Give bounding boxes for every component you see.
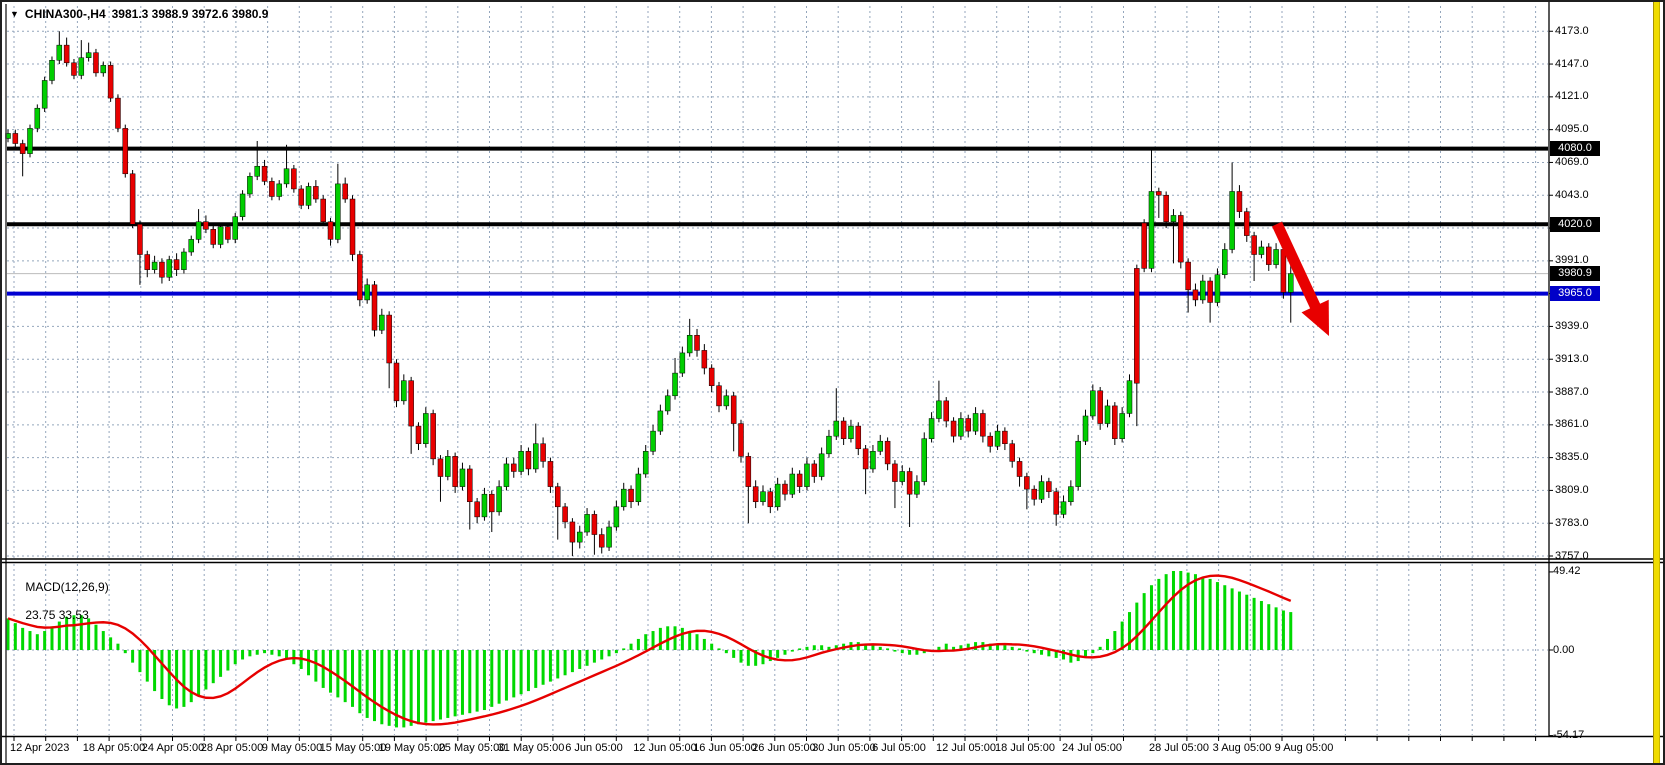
price-axis-label: 3913.0 — [1555, 353, 1589, 366]
price-axis-label: 4173.0 — [1555, 25, 1589, 38]
time-axis-label: 9 May 05:00 — [262, 742, 323, 754]
time-axis-label: 6 Jul 05:00 — [872, 742, 926, 754]
time-axis-label: 18 Jul 05:00 — [995, 742, 1055, 754]
time-axis-label: 30 Jun 05:00 — [812, 742, 876, 754]
macd-values: 23.75 33.53 — [25, 608, 88, 622]
chart-title: ▼ CHINA300-,H4 3981.3 3988.9 3972.6 3980… — [10, 7, 268, 21]
chart-canvas[interactable] — [2, 2, 1665, 765]
price-axis-label: 3809.0 — [1555, 484, 1589, 497]
time-axis-label: 18 Apr 05:00 — [83, 742, 145, 754]
macd-axis-label: 49.42 — [1553, 565, 1581, 578]
price-level-badge: 3980.9 — [1550, 266, 1600, 281]
time-axis-label: 24 Jul 05:00 — [1062, 742, 1122, 754]
price-axis-label: 3757.0 — [1555, 550, 1589, 563]
time-axis-label: 26 Jun 05:00 — [752, 742, 816, 754]
price-axis-label: 3861.0 — [1555, 418, 1589, 431]
time-axis-label: 12 Apr 2023 — [10, 742, 69, 754]
time-axis-label: 25 May 05:00 — [439, 742, 506, 754]
price-axis-label: 4069.0 — [1555, 156, 1589, 169]
time-axis-label: 15 May 05:00 — [320, 742, 387, 754]
price-axis-label: 3835.0 — [1555, 451, 1589, 464]
price-axis-label: 3887.0 — [1555, 386, 1589, 399]
quote-ohlc-label: 3981.3 3988.9 3972.6 3980.9 — [112, 7, 269, 21]
price-axis-label: 3783.0 — [1555, 517, 1589, 530]
time-axis-label: 6 Jun 05:00 — [565, 742, 623, 754]
price-axis-label: 4121.0 — [1555, 90, 1589, 103]
time-axis-label: 12 Jun 05:00 — [633, 742, 697, 754]
macd-indicator-label: MACD(12,26,9) 23.75 33.53 — [12, 566, 109, 636]
macd-name: MACD(12,26,9) — [25, 580, 108, 594]
macd-axis-label: -54.17 — [1553, 729, 1584, 742]
time-axis-label: 24 Apr 05:00 — [142, 742, 204, 754]
time-axis-label: 31 May 05:00 — [498, 742, 565, 754]
time-axis-label: 12 Jul 05:00 — [936, 742, 996, 754]
symbol-period-label: CHINA300-,H4 — [25, 7, 106, 21]
price-level-badge: 4080.0 — [1550, 141, 1600, 156]
time-axis-label: 28 Jul 05:00 — [1149, 742, 1209, 754]
time-axis-label: 28 Apr 05:00 — [201, 742, 263, 754]
chart-window: ▼ CHINA300-,H4 3981.3 3988.9 3972.6 3980… — [0, 0, 1665, 765]
price-axis-label: 3939.0 — [1555, 320, 1589, 333]
time-axis-label: 16 Jun 05:00 — [693, 742, 757, 754]
price-axis-label: 4043.0 — [1555, 189, 1589, 202]
blue-line-price-badge: 3965.0 — [1550, 286, 1600, 301]
time-axis-label: 9 Aug 05:00 — [1275, 742, 1334, 754]
symbol-dropdown-icon[interactable]: ▼ — [10, 8, 19, 20]
price-axis-label: 4095.0 — [1555, 123, 1589, 136]
price-axis-label: 4147.0 — [1555, 58, 1589, 71]
time-axis-label: 19 May 05:00 — [379, 742, 446, 754]
window-edge-stripe — [1653, 2, 1660, 765]
price-level-badge: 4020.0 — [1550, 217, 1600, 232]
time-axis-label: 3 Aug 05:00 — [1213, 742, 1272, 754]
macd-axis-label: 0.00 — [1553, 644, 1574, 657]
